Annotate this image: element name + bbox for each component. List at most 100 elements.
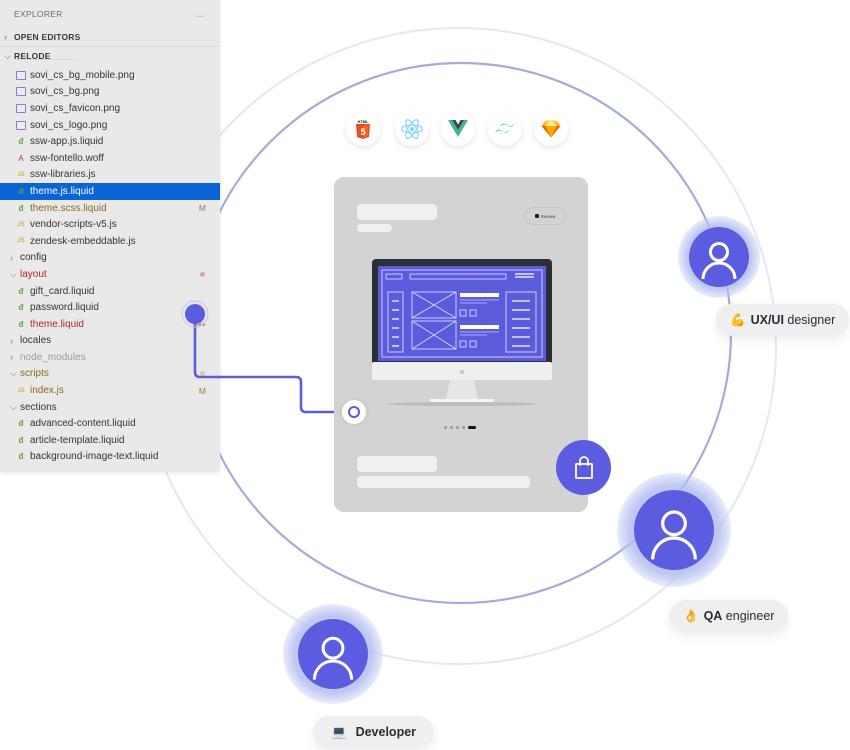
- file-row[interactable]: đ password.liquid: [0, 299, 220, 316]
- file-row[interactable]: đ gift_card.liquid: [0, 283, 220, 300]
- more-actions-icon[interactable]: …: [195, 9, 206, 20]
- review-label: Review: [540, 213, 556, 219]
- item-label: locales: [20, 335, 52, 347]
- file-row[interactable]: sovi_cs_bg.png: [0, 84, 220, 101]
- svg-text:5: 5: [360, 127, 365, 137]
- file-row[interactable]: sovi_cs_favicon.png: [0, 100, 220, 117]
- chevron-right-icon: ›: [10, 352, 13, 363]
- liquid-icon: đ: [18, 319, 24, 329]
- user-icon: [651, 510, 697, 560]
- item-label: sections: [20, 401, 57, 413]
- file-row[interactable]: đ theme.scss.liquid M: [0, 200, 220, 217]
- item-label: vendor-scripts-v5.js: [30, 219, 117, 231]
- folder-row[interactable]: › node_modules: [0, 349, 220, 366]
- chevron-right-icon: ›: [10, 252, 13, 263]
- file-row[interactable]: đ advanced-content.liquid: [0, 415, 220, 432]
- liquid-icon: đ: [18, 303, 24, 313]
- monitor-illustration: [372, 259, 552, 406]
- partial-file-row: ·······················: [16, 59, 78, 64]
- folder-row[interactable]: › locales: [0, 333, 220, 350]
- file-row[interactable]: đ theme.js.liquid: [0, 183, 220, 200]
- item-label: ssw-libraries.js: [30, 169, 96, 181]
- carousel-dot[interactable]: [468, 426, 476, 429]
- flexed-biceps-icon: 💪: [730, 312, 746, 327]
- modified-dot: [200, 371, 205, 377]
- svg-text:HTML: HTML: [357, 119, 369, 124]
- item-label: sovi_cs_favicon.png: [30, 102, 121, 114]
- item-label: theme.liquid: [30, 318, 84, 330]
- role-title: UX/UI: [750, 313, 784, 327]
- file-row[interactable]: JS vendor-scripts-v5.js: [0, 216, 220, 233]
- qa-engineer-avatar: [617, 473, 731, 587]
- html5-icon: HTML 5: [346, 112, 380, 146]
- folder-row[interactable]: ⌵ sections: [0, 399, 220, 416]
- js-icon: JS: [17, 171, 25, 178]
- liquid-icon: đ: [18, 435, 24, 445]
- file-row[interactable]: đ theme.liquid 9+: [0, 316, 220, 333]
- section-open-editors[interactable]: › OPEN EDITORS: [0, 28, 220, 46]
- item-label: theme.scss.liquid: [30, 202, 107, 214]
- role-title: QA: [703, 609, 723, 623]
- file-row[interactable]: đ article-template.liquid: [0, 432, 220, 449]
- item-label: theme.js.liquid: [30, 185, 94, 197]
- sketch-icon: [534, 112, 568, 146]
- item-label: index.js: [30, 385, 64, 397]
- file-explorer: EXPLORER … › OPEN EDITORS ⌵ RELODE ·····…: [0, 0, 220, 472]
- folder-row[interactable]: ⌵ layout: [0, 266, 220, 283]
- js-icon: JS: [17, 221, 25, 228]
- item-label: layout: [20, 268, 47, 280]
- section-label: OPEN EDITORS: [14, 32, 81, 42]
- liquid-icon: đ: [18, 452, 24, 462]
- folder-row[interactable]: › config: [0, 250, 220, 267]
- footer-text-placeholder: [357, 476, 530, 488]
- item-label: sovi_cs_bg_mobile.png: [30, 69, 135, 81]
- item-label: password.liquid: [30, 302, 99, 314]
- file-row[interactable]: sovi_cs_bg_mobile.png: [0, 67, 220, 84]
- role-label-developer: 💻 Developer: [313, 716, 435, 748]
- liquid-icon: đ: [18, 419, 24, 429]
- file-row[interactable]: JS zendesk-embeddable.js: [0, 233, 220, 250]
- item-label: article-template.liquid: [30, 434, 125, 446]
- file-row[interactable]: sovi_cs_logo.png: [0, 117, 220, 134]
- explorer-title: EXPLORER: [14, 9, 63, 19]
- file-tree: ······················· sovi_cs_bg_mobil…: [0, 59, 220, 465]
- js-icon: JS: [17, 387, 25, 394]
- connector-end-node: [342, 400, 366, 424]
- folder-row[interactable]: ⌵ scripts: [0, 366, 220, 383]
- file-row[interactable]: đ background-image-text.liquid: [0, 449, 220, 466]
- item-label: config: [20, 252, 47, 264]
- image-icon: [16, 70, 26, 80]
- role-title: Developer: [355, 725, 417, 739]
- user-icon: [312, 636, 354, 680]
- liquid-icon: đ: [18, 286, 24, 296]
- ok-hand-icon: 👌: [683, 608, 699, 623]
- chevron-down-icon: ⌵: [10, 268, 17, 279]
- image-icon: [16, 120, 26, 130]
- carousel-dot[interactable]: [462, 426, 465, 429]
- review-button[interactable]: Review: [524, 207, 566, 225]
- shopping-bag-button[interactable]: [556, 440, 611, 495]
- file-row[interactable]: JS ssw-libraries.js: [0, 167, 220, 184]
- file-row[interactable]: đ ssw-app.js.liquid: [0, 133, 220, 150]
- file-row[interactable]: JS index.js M: [0, 382, 220, 399]
- chevron-down-icon: ⌵: [10, 401, 17, 412]
- item-label: zendesk-embeddable.js: [30, 235, 136, 247]
- file-row[interactable]: Assw-fontello.woff: [0, 150, 220, 167]
- carousel-dot[interactable]: [456, 426, 459, 429]
- js-icon: JS: [17, 238, 25, 245]
- item-label: background-image-text.liquid: [30, 451, 159, 463]
- carousel-dot[interactable]: [450, 426, 453, 429]
- git-status-badge: M: [198, 203, 206, 214]
- carousel-dot[interactable]: [444, 426, 447, 429]
- tailwind-icon: [488, 112, 522, 146]
- ring-icon: [348, 406, 360, 418]
- subtitle-placeholder: [357, 224, 392, 232]
- carousel-dots: [444, 426, 476, 429]
- role-suffix: designer: [783, 313, 836, 327]
- vue-icon: [441, 112, 475, 146]
- item-label: scripts: [20, 368, 49, 380]
- chevron-right-icon: ›: [4, 32, 8, 42]
- modified-dot: [200, 271, 205, 277]
- role-label-ux-ui-designer: 💪 UX/UI designer: [716, 304, 850, 336]
- image-icon: [16, 87, 26, 97]
